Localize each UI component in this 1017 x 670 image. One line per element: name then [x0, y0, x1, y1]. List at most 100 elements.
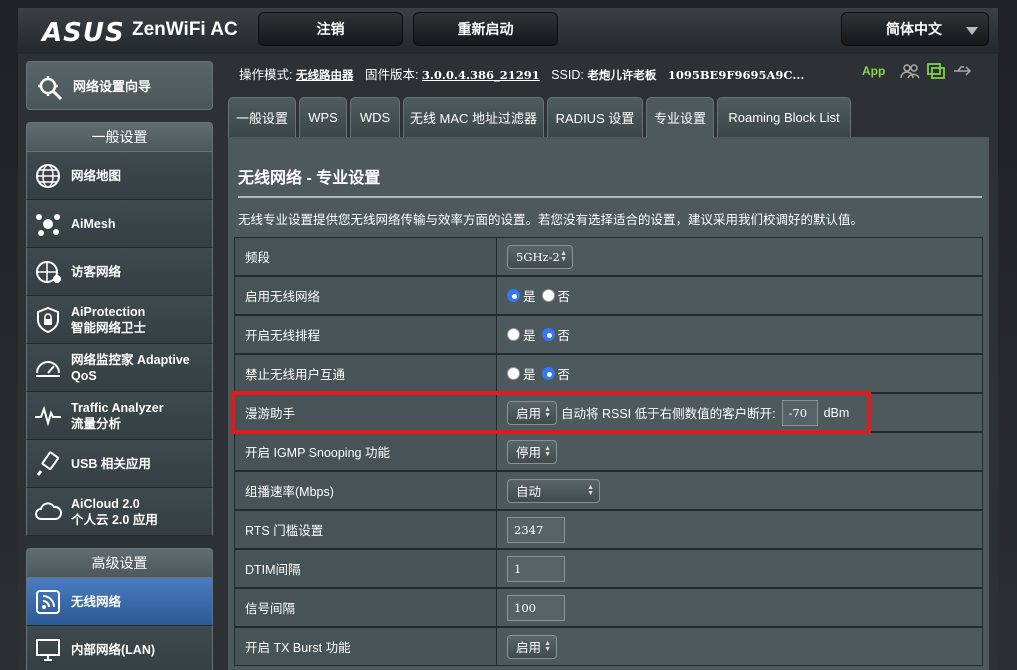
tab-radius[interactable]: RADIUS 设置 [547, 97, 643, 137]
table-row-ap-isolate: 禁止无线用户互通 是 否 [234, 354, 983, 393]
row-label: 信号间隔 [235, 589, 497, 626]
tab-general[interactable]: 一般设置 [228, 97, 296, 137]
chevron-down-icon [966, 27, 978, 35]
tab-wds[interactable]: WDS [350, 97, 400, 137]
reboot-button[interactable]: 重新启动 [413, 12, 558, 46]
dtim-input[interactable]: 1 [507, 555, 565, 582]
beacon-input[interactable]: 100 [507, 594, 565, 621]
row-label: 开启无线排程 [235, 316, 497, 353]
ap-isolate-no[interactable]: 否 [541, 364, 570, 383]
status-bar: 操作模式: 无线路由器 固件版本: 3.0.0.4.386_21291 SSID… [239, 64, 804, 83]
table-row-igmp: 开启 IGMP Snooping 功能 停用 ▲ ▼ [234, 432, 983, 471]
sidebar-item-wireless[interactable]: 无线网络 [26, 578, 213, 626]
sidebar-item-usb[interactable]: USB 相关应用 [26, 440, 213, 488]
updown-icon: ▲ ▼ [560, 249, 567, 263]
roaming-highlight-box [231, 391, 871, 434]
table-row-multicast-rate: 组播速率(Mbps) 自动 ▲ ▼ [234, 471, 983, 510]
radio-on-icon [507, 289, 520, 302]
shield-lock-icon [37, 306, 59, 333]
tab-roaming-block-list[interactable]: Roaming Block List [717, 97, 851, 137]
table-row-band: 频段 5GHz-2 ▲ ▼ [234, 237, 983, 276]
mesh-icon [36, 213, 60, 236]
page-description: 无线专业设置提供您无线网络传输与效率方面的设置。若您没有选择适合的设置，建议采用… [238, 213, 864, 227]
ap-isolate-yes[interactable]: 是 [507, 364, 536, 383]
tab-mac-filter[interactable]: 无线 MAC 地址过滤器 [403, 97, 544, 137]
txburst-select[interactable]: 启用 ▲ ▼ [507, 634, 557, 659]
radio-off-icon [507, 328, 520, 341]
table-row-dtim: DTIM间隔 1 [234, 549, 983, 588]
usb-status-icon[interactable] [952, 62, 972, 80]
language-select[interactable]: 简体中文 [841, 12, 989, 46]
sidebar-item-label: 无线网络 [71, 594, 122, 609]
schedule-no[interactable]: 否 [541, 325, 570, 344]
multicast-select[interactable]: 自动 ▲ ▼ [507, 478, 600, 503]
page-title: 无线网络 - 专业设置 [238, 170, 381, 187]
row-label: 启用无线网络 [235, 277, 497, 314]
model-name: ZenWiFi AC [132, 19, 238, 40]
firmware-link[interactable]: 3.0.0.4.386_21291 [422, 68, 540, 82]
radio-off-icon [507, 367, 520, 380]
enable-radio-no[interactable]: 否 [541, 286, 570, 305]
igmp-select[interactable]: 停用 ▲ ▼ [507, 439, 557, 464]
gauge-icon [36, 360, 60, 377]
sidebar-item-label: USB 相关应用 [71, 456, 151, 471]
app-link[interactable]: App [862, 64, 885, 78]
row-label: 频段 [235, 238, 497, 275]
tab-wps[interactable]: WPS [299, 97, 347, 137]
table-row-beacon: 信号间隔 100 [234, 588, 983, 627]
sidebar-item-adaptive-qos[interactable]: 网络监控家 Adaptive QoS [26, 344, 213, 392]
ssid-label: SSID: [551, 68, 584, 82]
rts-input[interactable]: 2347 [507, 516, 565, 543]
radio-on-icon [541, 367, 555, 380]
sidebar-item-label: 网络监控家 Adaptive QoS [71, 352, 190, 383]
sidebar-item-label: AiCloud 2.0 个人云 2.0 应用 [71, 496, 158, 527]
sidebar-item-label: 访客网络 [71, 264, 122, 279]
wizard-icon [38, 75, 63, 100]
quick-setup-label: 网络设置向导 [73, 79, 152, 94]
quick-setup-button[interactable]: 网络设置向导 [26, 61, 213, 110]
logout-button[interactable]: 注销 [258, 12, 403, 46]
band-select[interactable]: 5GHz-2 ▲ ▼ [507, 244, 573, 269]
row-label: RTS 门槛设置 [235, 511, 497, 548]
sidebar-item-guest-network[interactable]: 访客网络 [26, 248, 213, 296]
top-header: ASUS ZenWiFi AC 注销 重新启动 简体中文 [18, 8, 998, 54]
row-label: 开启 IGMP Snooping 功能 [235, 433, 497, 470]
monitor-icon [36, 638, 60, 661]
asus-logo: ASUS [42, 18, 125, 48]
ssid-link[interactable]: 老炮儿许老板 [587, 68, 656, 82]
sidebar-item-aimesh[interactable]: AiMesh [26, 200, 213, 248]
enable-radio-yes[interactable]: 是 [507, 286, 536, 305]
row-label: 开启 TX Burst 功能 [235, 628, 497, 665]
sidebar-item-network-map[interactable]: 网络地图 [26, 152, 213, 200]
schedule-yes[interactable]: 是 [507, 325, 536, 344]
internet-status-icon[interactable] [926, 62, 946, 80]
table-row-enable-radio: 启用无线网络 是 否 [234, 276, 983, 315]
updown-icon: ▲ ▼ [544, 444, 551, 458]
mode-link[interactable]: 无线路由器 [296, 68, 354, 82]
sidebar-item-aicloud[interactable]: AiCloud 2.0 个人云 2.0 应用 [26, 488, 213, 536]
sidebar-item-label: Traffic Analyzer 流量分析 [71, 400, 164, 431]
title-divider [238, 196, 982, 198]
clients-icon[interactable] [900, 62, 920, 80]
table-row-schedule: 开启无线排程 是 否 [234, 315, 983, 354]
advanced-section-title: 高级设置 [26, 548, 213, 578]
language-value: 简体中文 [886, 21, 942, 37]
usb-icon [36, 451, 60, 476]
wifi-icon [36, 589, 60, 614]
ssid2-link[interactable]: 1095BE9F9695A9C... [668, 68, 805, 82]
pulse-icon [35, 405, 61, 427]
table-row-rts: RTS 门槛设置 2347 [234, 510, 983, 549]
band-value: 5GHz-2 [516, 249, 560, 264]
firmware-label: 固件版本: [364, 68, 419, 82]
table-row-tx-burst: 开启 TX Burst 功能 启用 ▲ ▼ [234, 627, 983, 666]
tab-professional[interactable]: 专业设置 [646, 97, 714, 137]
sidebar-item-label: 网络地图 [71, 168, 122, 183]
globe-icon [36, 163, 60, 188]
sidebar-item-lan[interactable]: 内部网络(LAN) [26, 626, 213, 670]
row-label: 组播速率(Mbps) [235, 472, 497, 509]
sidebar-item-traffic-analyzer[interactable]: Traffic Analyzer 流量分析 [26, 392, 213, 440]
sidebar-item-aiprotection[interactable]: AiProtection 智能网络卫士 [26, 296, 213, 344]
cloud-icon [35, 501, 63, 520]
updown-icon: ▲ ▼ [587, 483, 594, 497]
updown-icon: ▲ ▼ [544, 639, 551, 653]
